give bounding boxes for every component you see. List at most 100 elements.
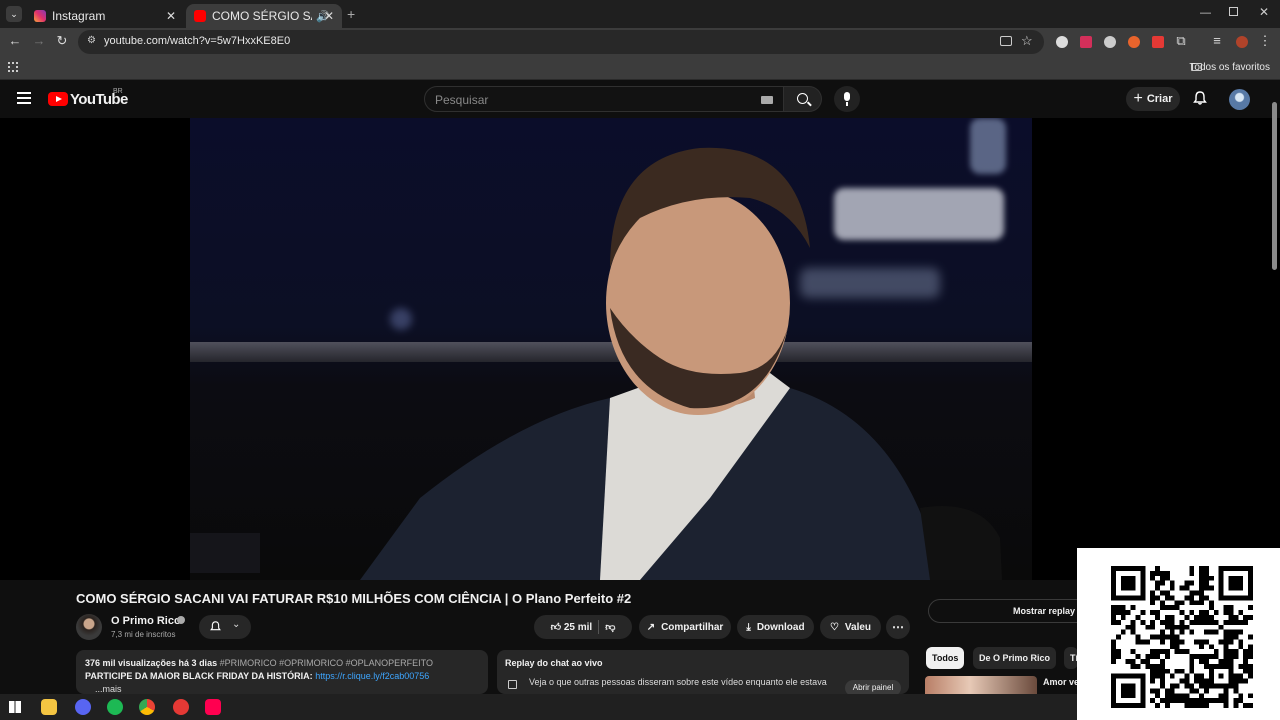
dislike-button[interactable]: 👎︎ <box>605 621 615 633</box>
create-label: Criar <box>1146 93 1173 105</box>
tab-instagram[interactable]: Instagram ✕ <box>26 4 184 28</box>
puzzle-icon[interactable]: ⧉ <box>1172 32 1190 50</box>
hamburger-menu-icon[interactable] <box>17 92 31 104</box>
minimize-icon[interactable]: — <box>1200 7 1211 19</box>
like-dislike-group: 👍︎ 25 mil 👎︎ <box>534 615 632 639</box>
more-actions-button[interactable]: ⋯ <box>886 615 910 639</box>
qr-code <box>1111 566 1253 708</box>
recommended-video-thumbnail[interactable] <box>925 676 1037 694</box>
description-meta: 376 mil visualizações há 3 dias #PRIMORI… <box>85 658 433 668</box>
voice-search-mic-icon[interactable] <box>834 86 860 112</box>
tiktok-icon[interactable] <box>205 699 221 715</box>
download-icon: ⤓ <box>746 621 751 633</box>
show-chat-replay-button[interactable]: Mostrar replay d <box>928 599 1098 623</box>
tab-youtube-video[interactable]: COMO SÉRGIO SACANI VAI 🔊 ✕ <box>186 4 342 28</box>
extension-icon[interactable] <box>1152 36 1164 48</box>
profile-icon[interactable] <box>1236 36 1248 48</box>
page-scrollbar[interactable] <box>1272 102 1277 270</box>
window-close-icon[interactable]: ✕ <box>1259 5 1269 19</box>
views-date: 376 mil visualizações há 3 dias <box>85 658 218 668</box>
search-input[interactable]: Pesquisar <box>424 86 784 112</box>
all-bookmarks-folder[interactable]: Todos os favoritos <box>1189 62 1270 73</box>
chevron-down-icon: ⌄ <box>232 619 241 630</box>
channel-name[interactable]: O Primo Rico <box>111 615 181 627</box>
description-line: PARTICIPE DA MAIOR BLACK FRIDAY DA HISTÓ… <box>85 671 429 681</box>
create-button[interactable]: + Criar <box>1126 87 1180 111</box>
media-controls-icon[interactable]: ≡ <box>1208 32 1226 50</box>
url-text: youtube.com/watch?v=5w7HxxKE8E0 <box>104 35 291 47</box>
filter-chip-all[interactable]: Todos <box>926 647 965 669</box>
filter-chip-channel[interactable]: De O Primo Rico <box>973 647 1057 669</box>
video-player[interactable] <box>0 118 1280 580</box>
extension-icon[interactable] <box>1128 36 1140 48</box>
reload-icon[interactable]: ↻ <box>53 32 71 50</box>
subscriber-count: 7,3 mi de inscritos <box>111 630 176 639</box>
tab-search-button[interactable]: ⌄ <box>6 6 22 22</box>
video-frame <box>190 118 1032 580</box>
video-title: COMO SÉRGIO SACANI VAI FATURAR R$10 MILH… <box>76 591 632 606</box>
channel-avatar[interactable] <box>76 614 102 640</box>
extension-icon[interactable] <box>1104 36 1116 48</box>
like-count: 25 mil <box>563 622 593 633</box>
description-link[interactable]: https://r.clique.ly/f2cab00756 <box>315 671 429 681</box>
back-arrow-icon[interactable]: ← <box>6 32 24 50</box>
show-more-link[interactable]: ...mais <box>95 684 122 694</box>
download-button[interactable]: ⤓ Download <box>737 615 814 639</box>
menu-dots-icon[interactable]: ⋮ <box>1256 32 1274 50</box>
forward-arrow-icon[interactable]: → <box>30 32 48 50</box>
browser-toolbar: ← → ↻ ⚙ youtube.com/watch?v=5w7HxxKE8E0 … <box>0 28 1280 56</box>
verified-badge-icon <box>177 616 185 624</box>
region-code: BR <box>113 88 123 95</box>
discord-icon[interactable] <box>75 699 91 715</box>
share-button[interactable]: ↗ Compartilhar <box>639 615 731 639</box>
site-info-icon[interactable]: ⚙ <box>87 35 96 46</box>
description-box[interactable]: 376 mil visualizações há 3 dias #PRIMORI… <box>76 650 488 694</box>
share-icon: ↗ <box>646 621 656 633</box>
tab-title: COMO SÉRGIO SACANI VAI <box>212 9 312 23</box>
windows-start-icon[interactable] <box>9 701 21 713</box>
thanks-button[interactable]: ♡ Valeu <box>820 615 881 639</box>
download-label: Download <box>756 621 805 633</box>
qr-code-overlay <box>1077 548 1280 720</box>
chrome-icon[interactable] <box>139 699 155 715</box>
bookmark-star-icon[interactable]: ☆ <box>1021 33 1033 49</box>
divider <box>598 620 600 634</box>
chat-replay-box: Replay do chat ao vivo Veja o que outras… <box>497 650 909 696</box>
restore-icon[interactable] <box>1229 7 1238 16</box>
close-icon[interactable]: ✕ <box>324 9 334 23</box>
filter-chip-more[interactable]: Tí <box>1064 647 1078 669</box>
search-placeholder: Pesquisar <box>435 93 489 107</box>
thanks-icon: ♡ <box>829 621 839 633</box>
bell-icon <box>210 621 221 631</box>
notifications-bell-icon[interactable] <box>1193 91 1207 105</box>
extension-icon[interactable] <box>1056 36 1068 48</box>
cast-icon[interactable] <box>1000 36 1012 46</box>
share-label: Compartilhar <box>661 621 724 633</box>
apps-grid-icon[interactable] <box>8 62 18 72</box>
recommended-video-title[interactable]: Amor ve <box>1043 677 1079 687</box>
plus-icon: + <box>1133 90 1143 107</box>
extension-icon[interactable] <box>1080 36 1092 48</box>
youtube-logo-icon[interactable] <box>48 92 68 106</box>
keyboard-icon[interactable] <box>761 96 773 104</box>
like-button[interactable]: 👍︎ 25 mil <box>551 621 593 633</box>
app-icon[interactable] <box>173 699 189 715</box>
thanks-label: Valeu <box>844 621 872 633</box>
address-bar[interactable]: ⚙ youtube.com/watch?v=5w7HxxKE8E0 ☆ <box>78 30 1044 54</box>
hashtags[interactable]: #PRIMORICO #OPRIMORICO #OPLANOPERFEITO <box>220 658 433 668</box>
description-text: PARTICIPE DA MAIOR BLACK FRIDAY DA HISTÓ… <box>85 671 316 681</box>
youtube-header: YouTube BR Pesquisar + Criar <box>0 80 1280 118</box>
spotify-icon[interactable] <box>107 699 123 715</box>
chat-icon <box>508 680 517 689</box>
windows-taskbar <box>0 694 1077 720</box>
file-explorer-icon[interactable] <box>41 699 57 715</box>
subscription-notifications-button[interactable]: ⌄ <box>199 615 251 639</box>
chat-replay-title: Replay do chat ao vivo <box>505 658 603 668</box>
user-avatar[interactable] <box>1229 89 1250 110</box>
browser-tab-strip: ⌄ Instagram ✕ COMO SÉRGIO SACANI VAI 🔊 ✕… <box>0 0 1280 28</box>
close-icon[interactable]: ✕ <box>166 9 176 23</box>
instagram-icon <box>34 10 46 22</box>
new-tab-button[interactable]: + <box>347 6 355 22</box>
bookmarks-bar: Todos os favoritos <box>0 56 1280 80</box>
search-button[interactable] <box>784 86 822 112</box>
